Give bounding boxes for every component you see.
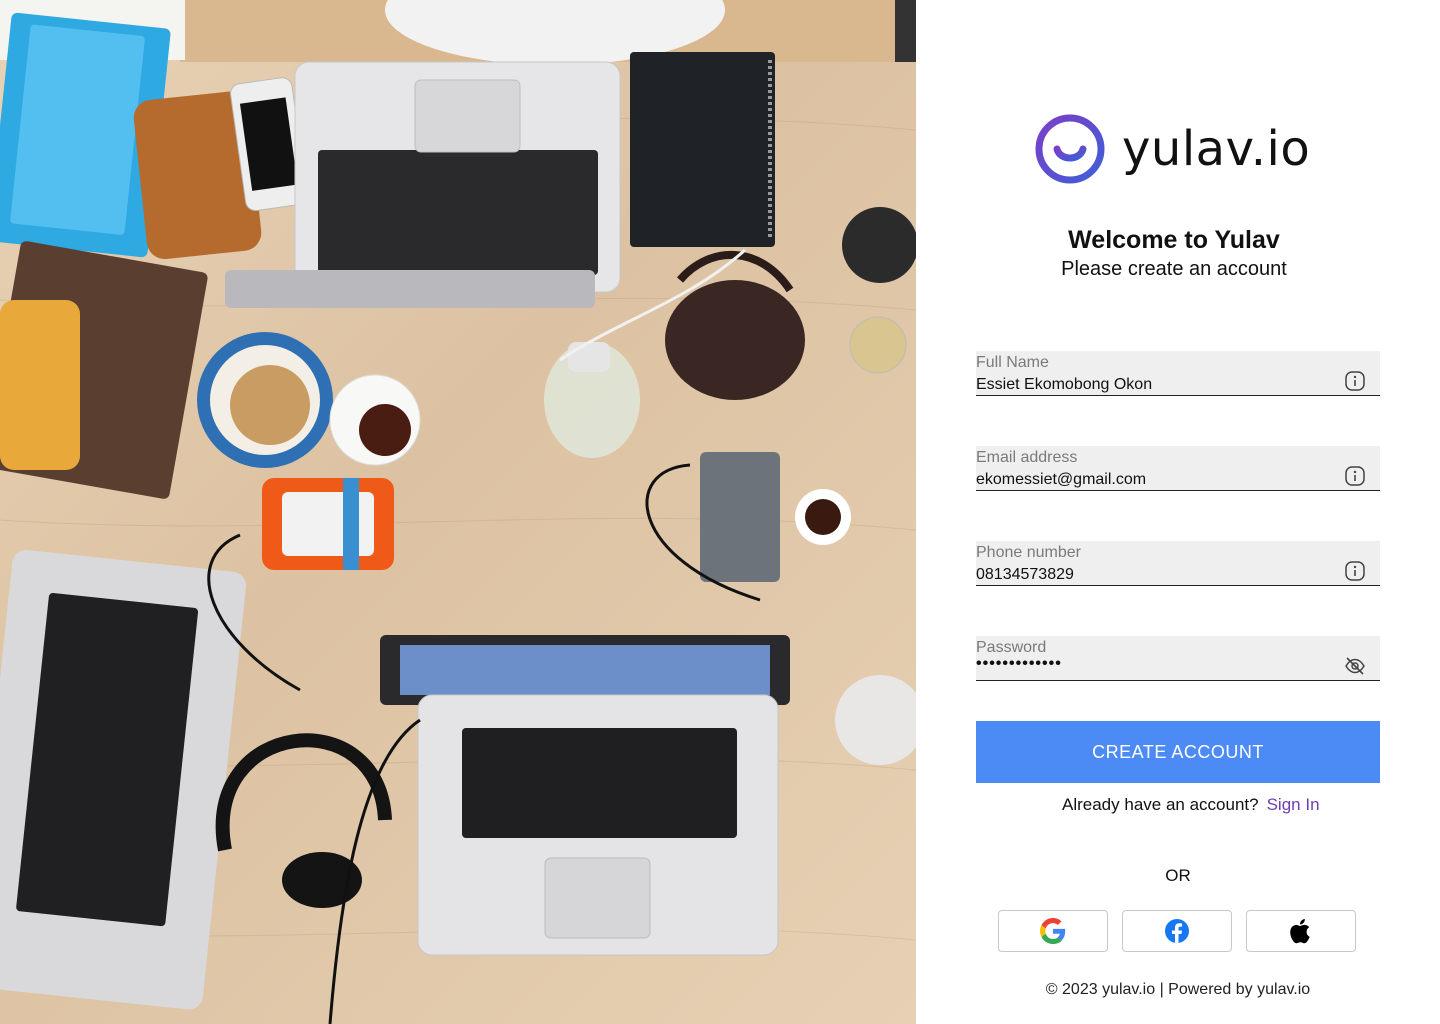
google-icon [1040,918,1066,944]
password-field[interactable]: Password ••••••••••••• [976,636,1380,681]
full-name-value[interactable]: Essiet Ekomobong Okon [976,376,1152,394]
brand-logo: yulav.io [1034,113,1310,185]
email-label: Email address [976,449,1078,466]
apple-icon [1290,919,1310,944]
info-icon[interactable] [1344,370,1366,392]
welcome-title: Welcome to Yulav [1068,226,1280,254]
apple-signin-button[interactable] [1246,910,1356,952]
or-divider: OR [1165,866,1191,885]
footer-text: © 2023 yulav.io | Powered by yulav.io [1045,981,1311,998]
sign-in-link[interactable]: Sign In [1267,795,1320,814]
full-name-field[interactable]: Full Name Essiet Ekomobong Okon [976,351,1380,396]
signin-row: Already have an account? Sign In [1062,795,1320,815]
email-value[interactable]: ekomessiet@gmail.com [976,471,1146,489]
email-field[interactable]: Email address ekomessiet@gmail.com [976,446,1380,491]
phone-label: Phone number [976,544,1081,561]
info-icon[interactable] [1344,465,1366,487]
info-icon[interactable] [1344,560,1366,582]
phone-field[interactable]: Phone number 08134573829 [976,541,1380,586]
brand-name: yulav.io [1122,121,1311,177]
signin-prompt: Already have an account? [1062,795,1259,814]
signup-panel: yulav.io Welcome to Yulav Please create … [916,0,1440,1024]
google-signin-button[interactable] [998,910,1108,952]
desk-illustration [0,0,916,1024]
phone-value[interactable]: 08134573829 [976,566,1074,584]
facebook-signin-button[interactable] [1122,910,1232,952]
facebook-icon [1165,919,1189,943]
eye-off-icon[interactable] [1344,655,1366,677]
welcome-subtitle: Please create an account [1061,258,1287,280]
password-value[interactable]: ••••••••••••• [976,655,1062,673]
workspace-photo [0,0,916,1024]
full-name-label: Full Name [976,354,1049,371]
create-account-button[interactable]: CREATE ACCOUNT [976,721,1380,783]
yulav-logo-icon [1035,114,1105,184]
